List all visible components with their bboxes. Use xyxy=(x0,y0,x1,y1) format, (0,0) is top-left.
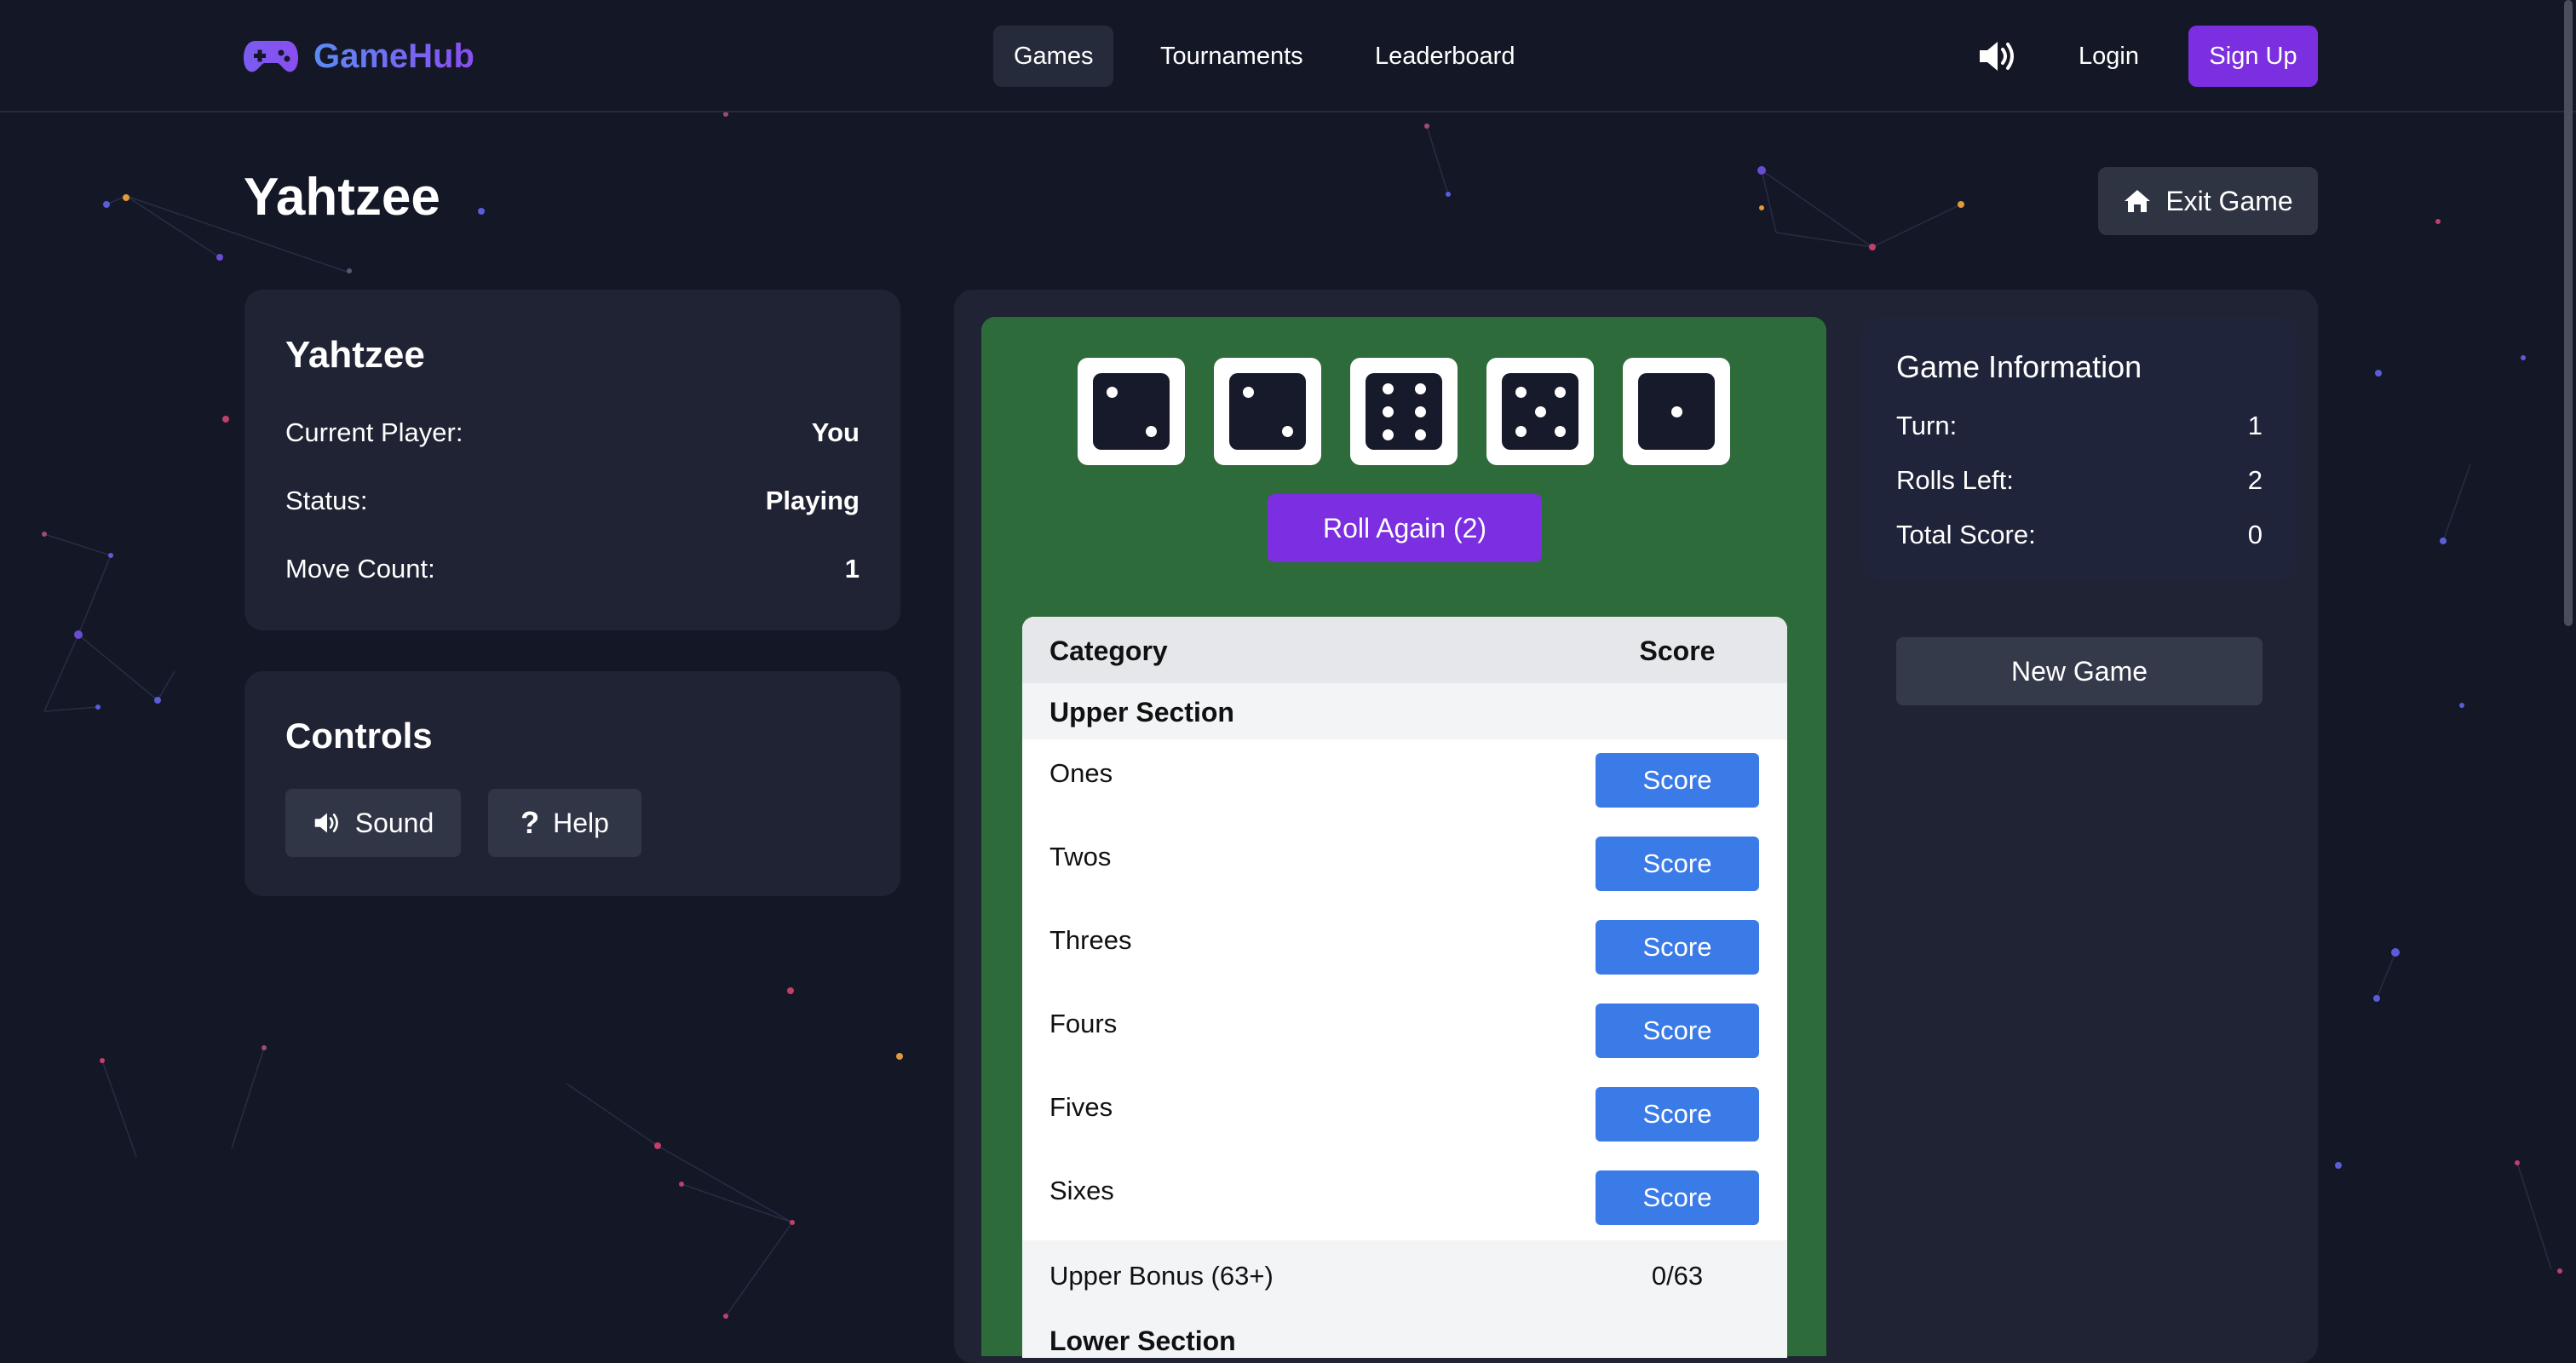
gamepad-icon xyxy=(244,41,298,72)
nav-tournaments[interactable]: Tournaments xyxy=(1140,26,1324,87)
score-ones-button[interactable]: Score xyxy=(1596,753,1759,808)
score-threes-button[interactable]: Score xyxy=(1596,920,1759,975)
die-4[interactable] xyxy=(1486,358,1594,465)
sound-button[interactable]: Sound xyxy=(285,789,461,857)
die-pip xyxy=(1106,386,1118,398)
upper-bonus-row: Upper Bonus (63+) 0/63 xyxy=(1022,1240,1787,1312)
category-sixes: Sixes xyxy=(1049,1176,1114,1205)
table-row: Sixes Score xyxy=(1022,1157,1787,1242)
die-pip xyxy=(1414,405,1426,417)
status-card-title: Yahtzee xyxy=(285,334,425,376)
category-ones: Ones xyxy=(1049,758,1113,788)
lower-section-label: Lower Section xyxy=(1049,1326,1236,1356)
die-pip xyxy=(1515,425,1527,437)
current-player-value: You xyxy=(811,417,860,447)
table-row: Threes Score xyxy=(1022,906,1787,992)
die-pip xyxy=(1382,382,1394,394)
score-table: Category Score Upper Section Ones Score … xyxy=(1022,617,1787,1358)
nav-leaderboard[interactable]: Leaderboard xyxy=(1354,26,1535,87)
die-face xyxy=(1229,373,1306,450)
page-title: Yahtzee xyxy=(244,168,440,227)
turn-value: 1 xyxy=(2247,411,2263,440)
total-score-label: Total Score: xyxy=(1896,520,2036,549)
speaker-icon xyxy=(314,813,338,833)
brand-name: GameHub xyxy=(313,37,474,75)
category-fours: Fours xyxy=(1049,1009,1118,1038)
die-face xyxy=(1638,373,1715,450)
move-count-value: 1 xyxy=(844,554,860,584)
die-pip xyxy=(1554,425,1566,437)
category-twos: Twos xyxy=(1049,842,1112,871)
die-pip xyxy=(1414,428,1426,440)
table-header: Category Score xyxy=(1022,617,1787,683)
nav-games[interactable]: Games xyxy=(993,26,1114,87)
die-face xyxy=(1502,373,1578,450)
status-label: Status: xyxy=(285,486,368,515)
login-link[interactable]: Login xyxy=(2060,26,2158,87)
help-label: Help xyxy=(553,807,609,838)
die-face xyxy=(1366,373,1442,450)
table-row: Fours Score xyxy=(1022,990,1787,1075)
table-row: Twos Score xyxy=(1022,823,1787,908)
die-1[interactable] xyxy=(1078,358,1185,465)
move-count-label: Move Count: xyxy=(285,554,435,584)
die-pip xyxy=(1281,425,1293,437)
die-pip xyxy=(1534,405,1546,417)
score-twos-button[interactable]: Score xyxy=(1596,837,1759,891)
game-info-title: Game Information xyxy=(1896,349,2142,384)
header-score: Score xyxy=(1639,635,1716,666)
score-fives-button[interactable]: Score xyxy=(1596,1087,1759,1142)
table-row: Fives Score xyxy=(1022,1073,1787,1159)
controls-title: Controls xyxy=(285,716,433,756)
sound-label: Sound xyxy=(354,807,434,838)
brand-logo[interactable]: GameHub xyxy=(244,34,474,78)
question-icon: ? xyxy=(520,805,540,840)
die-pip xyxy=(1670,405,1682,417)
category-fives: Fives xyxy=(1049,1092,1113,1122)
current-player-label: Current Player: xyxy=(285,417,463,447)
die-pip xyxy=(1554,386,1566,398)
upper-section-label: Upper Section xyxy=(1049,697,1234,728)
signup-button[interactable]: Sign Up xyxy=(2188,26,2318,87)
score-sixes-button[interactable]: Score xyxy=(1596,1170,1759,1225)
game-status-card: Yahtzee Current Player: You Status: Play… xyxy=(244,290,900,630)
help-button[interactable]: ? Help xyxy=(488,789,641,857)
die-3[interactable] xyxy=(1350,358,1458,465)
upper-bonus-label: Upper Bonus (63+) xyxy=(1049,1261,1274,1291)
die-pip xyxy=(1382,405,1394,417)
die-pip xyxy=(1382,428,1394,440)
new-game-button[interactable]: New Game xyxy=(1896,637,2263,705)
upper-bonus-value: 0/63 xyxy=(1651,1261,1704,1291)
turn-label: Turn: xyxy=(1896,411,1958,440)
top-navbar: GameHub Games Tournaments Leaderboard Lo… xyxy=(0,0,2576,112)
die-5[interactable] xyxy=(1623,358,1730,465)
rolls-left-value: 2 xyxy=(2247,465,2263,495)
page-scrollbar[interactable] xyxy=(2564,0,2573,626)
header-category: Category xyxy=(1049,635,1168,666)
rolls-left-label: Rolls Left: xyxy=(1896,465,2014,495)
die-pip xyxy=(1515,386,1527,398)
speaker-icon[interactable] xyxy=(1976,37,2019,75)
die-face xyxy=(1093,373,1170,450)
score-fours-button[interactable]: Score xyxy=(1596,1004,1759,1058)
die-pip xyxy=(1242,386,1254,398)
table-row: Ones Score xyxy=(1022,739,1787,825)
roll-again-button[interactable]: Roll Again (2) xyxy=(1268,494,1542,562)
exit-game-label: Exit Game xyxy=(2165,185,2293,216)
die-pip xyxy=(1145,425,1157,437)
exit-game-button[interactable]: Exit Game xyxy=(2098,167,2318,235)
die-pip xyxy=(1414,382,1426,394)
upper-section-row: Upper Section xyxy=(1022,683,1787,741)
total-score-value: 0 xyxy=(2247,520,2263,549)
controls-card: Controls Sound ? Help xyxy=(244,671,900,896)
category-threes: Threes xyxy=(1049,925,1132,955)
lower-section-row: Lower Section xyxy=(1022,1312,1787,1358)
home-icon xyxy=(2125,190,2151,212)
die-2[interactable] xyxy=(1214,358,1321,465)
status-value: Playing xyxy=(765,486,860,515)
